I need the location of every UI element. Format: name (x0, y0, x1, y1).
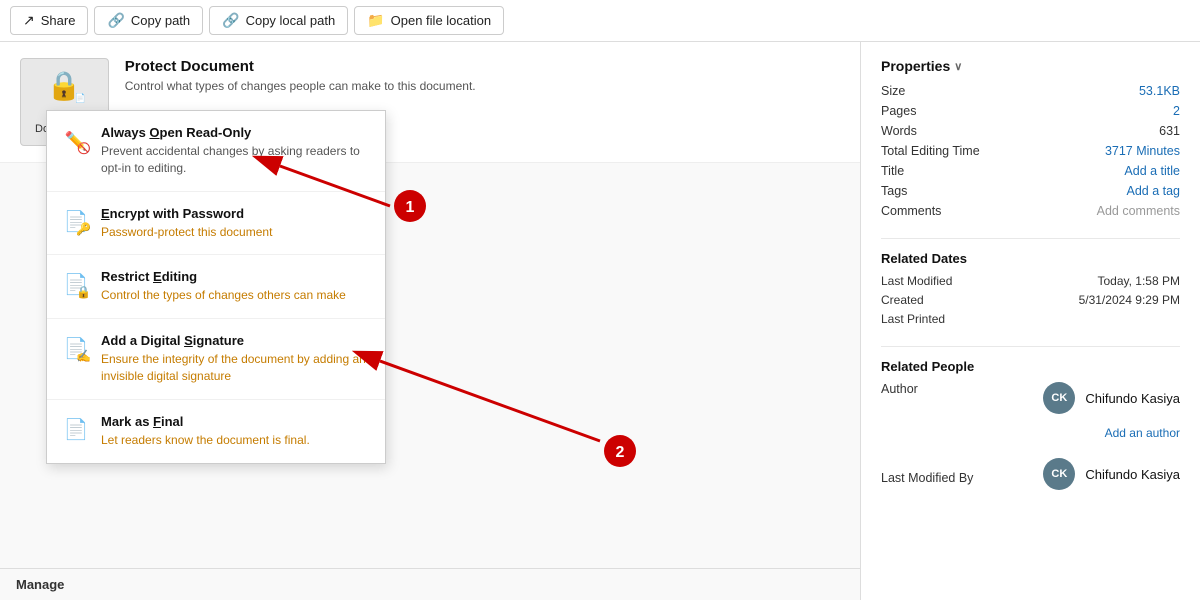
author-person-row: CK Chifundo Kasiya (1043, 382, 1180, 414)
restrict-editing-icon: 📄 🔒 (63, 271, 89, 297)
menu-item-always-open-read-only[interactable]: ✏️ 🚫 Always Open Read-Only Prevent accid… (47, 111, 385, 192)
copy-local-path-icon: 🔗 (222, 12, 239, 29)
menu-item-encrypt-with-password[interactable]: 📄 🔑 Encrypt with Password Password-prote… (47, 192, 385, 256)
add-author-link[interactable]: Add an author (1105, 426, 1180, 440)
always-open-read-only-text: Always Open Read-Only Prevent accidental… (101, 125, 369, 177)
last-modified-by-label: Last Modified By (881, 471, 973, 485)
related-people-section: Related People Author CK Chifundo Kasiya… (881, 359, 1180, 498)
manage-bar: Manage (0, 568, 860, 600)
props-row-size: Size 53.1KB (881, 84, 1180, 98)
last-modified-avatar: CK (1043, 458, 1075, 490)
props-row-title: Title Add a title (881, 164, 1180, 178)
digital-signature-icon: 📄 ✍️ (63, 335, 89, 361)
props-row-editing-time: Total Editing Time 3717 Minutes (881, 144, 1180, 158)
mark-as-final-icon: 📄 (63, 416, 89, 442)
properties-section: Properties ∨ Size 53.1KB Pages 2 Words 6… (881, 58, 1180, 218)
menu-item-add-digital-signature[interactable]: 📄 ✍️ Add a Digital Signature Ensure the … (47, 319, 385, 400)
share-icon: ↗ (23, 12, 35, 29)
properties-title: Properties ∨ (881, 58, 1180, 74)
toolbar: ↗ Share 🔗 Copy path 🔗 Copy local path 📁 … (0, 0, 1200, 42)
props-row-tags: Tags Add a tag (881, 184, 1180, 198)
related-dates-section: Related Dates Last Modified Today, 1:58 … (881, 251, 1180, 326)
divider-people (881, 346, 1180, 347)
encrypt-password-text: Encrypt with Password Password-protect t… (101, 206, 272, 241)
menu-item-restrict-editing[interactable]: 📄 🔒 Restrict Editing Control the types o… (47, 255, 385, 319)
props-row-pages: Pages 2 (881, 104, 1180, 118)
encrypt-password-icon: 📄 🔑 (63, 208, 89, 234)
open-file-location-button[interactable]: 📁 Open file location (354, 6, 504, 35)
last-modified-person-row: CK Chifundo Kasiya (1043, 458, 1180, 490)
protect-document-info: Protect Document Control what types of c… (125, 58, 476, 93)
protect-document-icon: 🔒 📄 (47, 69, 82, 102)
restrict-editing-text: Restrict Editing Control the types of ch… (101, 269, 346, 304)
copy-path-button[interactable]: 🔗 Copy path (94, 6, 203, 35)
author-avatar: CK (1043, 382, 1075, 414)
copy-local-path-button[interactable]: 🔗 Copy local path (209, 6, 348, 35)
svg-text:1: 1 (406, 199, 415, 216)
divider-dates (881, 238, 1180, 239)
svg-text:2: 2 (616, 444, 625, 461)
menu-item-mark-as-final[interactable]: 📄 Mark as Final Let readers know the doc… (47, 400, 385, 463)
props-row-comments: Comments Add comments (881, 204, 1180, 218)
date-row-last-modified: Last Modified Today, 1:58 PM (881, 274, 1180, 288)
protect-document-dropdown: ✏️ 🚫 Always Open Read-Only Prevent accid… (46, 110, 386, 464)
left-panel: 🔒 📄 ProtectDocument ▾ Protect Document C… (0, 42, 860, 600)
right-panel: Properties ∨ Size 53.1KB Pages 2 Words 6… (860, 42, 1200, 600)
share-button[interactable]: ↗ Share (10, 6, 88, 35)
properties-caret[interactable]: ∨ (954, 60, 962, 73)
mark-as-final-text: Mark as Final Let readers know the docum… (101, 414, 310, 449)
author-label: Author (881, 382, 918, 396)
copy-path-icon: 🔗 (107, 12, 124, 29)
always-open-read-only-icon: ✏️ 🚫 (63, 127, 89, 153)
date-row-created: Created 5/31/2024 9:29 PM (881, 293, 1180, 307)
digital-signature-text: Add a Digital Signature Ensure the integ… (101, 333, 369, 385)
props-row-words: Words 631 (881, 124, 1180, 138)
main-area: 🔒 📄 ProtectDocument ▾ Protect Document C… (0, 42, 1200, 600)
date-row-last-printed: Last Printed (881, 312, 1180, 326)
open-file-icon: 📁 (367, 12, 384, 29)
